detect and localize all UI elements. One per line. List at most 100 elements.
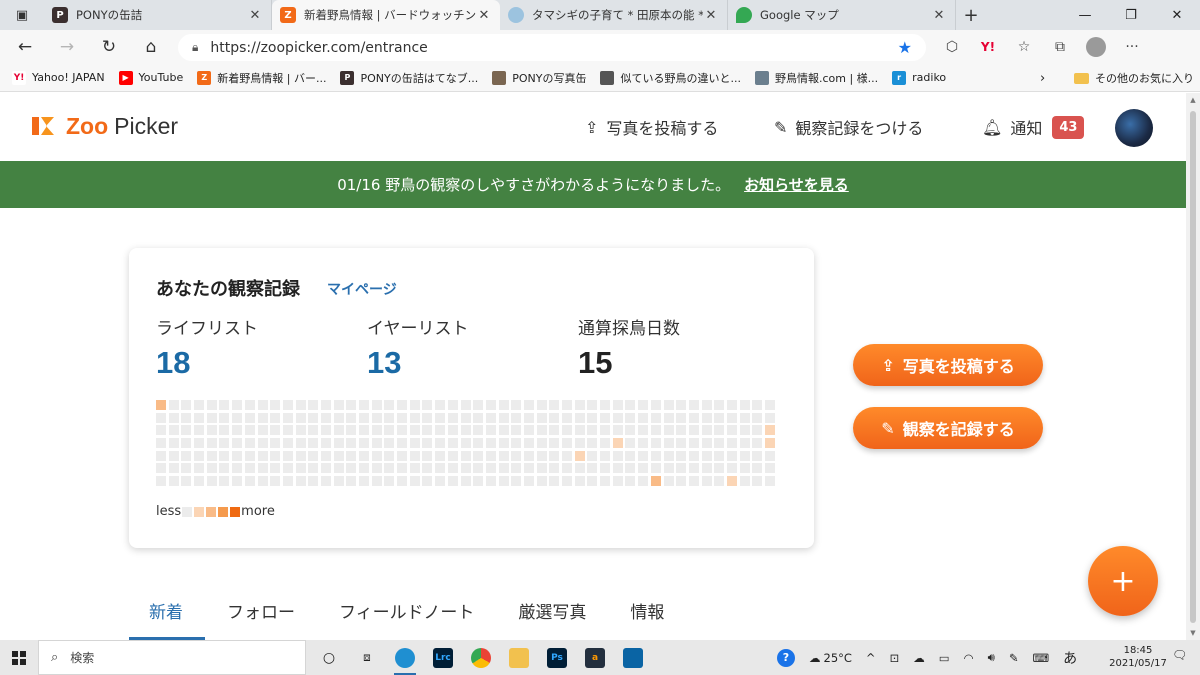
post-photo-button[interactable]: ⇪ 写真を投稿する bbox=[853, 344, 1043, 386]
bookmark-yacho-joho[interactable]: 野鳥情報.com | 様... bbox=[754, 70, 878, 86]
heatmap-cell bbox=[308, 476, 319, 487]
minimize-icon[interactable]: — bbox=[1062, 0, 1108, 30]
bookmark-yahoo[interactable]: Y! Yahoo! JAPAN bbox=[12, 70, 105, 85]
heatmap-cell bbox=[650, 438, 661, 449]
bookmark-pony-hatena[interactable]: P PONYの缶詰はてなブ... bbox=[340, 70, 478, 86]
zoopicker-logo[interactable]: Zoo Picker bbox=[28, 111, 178, 141]
task-view-icon[interactable]: ⧈ bbox=[348, 640, 386, 675]
tab-selected-photos[interactable]: 厳選写真 bbox=[496, 590, 608, 640]
heatmap-cell bbox=[308, 412, 319, 423]
more-menu-icon[interactable]: ··· bbox=[1114, 30, 1150, 64]
close-tab-icon[interactable]: ✕ bbox=[476, 8, 492, 23]
windows-start-icon[interactable] bbox=[0, 640, 38, 675]
close-tab-icon[interactable]: ✕ bbox=[931, 8, 947, 23]
taskbar-clock[interactable]: 18:45 2021/05/17 bbox=[1108, 644, 1168, 670]
restore-icon[interactable]: ❐ bbox=[1108, 0, 1154, 30]
record-observation-button[interactable]: ✎ 観察を記録する bbox=[853, 407, 1043, 449]
action-center-icon[interactable]: 🗨︎ bbox=[1172, 648, 1190, 666]
tab-field-note[interactable]: フィールドノート bbox=[317, 590, 496, 640]
yahoo-extension-icon[interactable]: Y! bbox=[970, 30, 1006, 64]
amazon-taskbar-icon[interactable]: a bbox=[576, 640, 614, 675]
battery-icon[interactable]: ▭ bbox=[939, 651, 950, 665]
add-floating-button[interactable]: + bbox=[1088, 546, 1158, 616]
stat-year-list[interactable]: イヤーリスト 13 bbox=[367, 314, 469, 381]
bookmark-youtube[interactable]: ▶ YouTube bbox=[118, 70, 183, 85]
collections-icon[interactable]: ⧉ bbox=[1042, 30, 1078, 64]
onedrive-icon[interactable]: ☁ bbox=[913, 651, 925, 665]
lock-icon[interactable]: 🔒︎ bbox=[192, 40, 198, 55]
favorite-star-icon[interactable]: ★ bbox=[898, 38, 912, 57]
cortana-icon[interactable]: ○ bbox=[310, 640, 348, 675]
home-icon[interactable]: ⌂ bbox=[130, 30, 172, 64]
heatmap-cell bbox=[397, 438, 408, 449]
stat-life-list[interactable]: ライフリスト 18 bbox=[156, 314, 258, 381]
heatmap-cell bbox=[282, 400, 293, 410]
keyboard-icon[interactable]: ⌨ bbox=[1033, 651, 1050, 665]
office-extension-icon[interactable]: ⬡ bbox=[934, 30, 970, 64]
mypage-link[interactable]: マイページ bbox=[327, 279, 397, 299]
edge-taskbar-icon[interactable] bbox=[386, 640, 424, 675]
file-explorer-taskbar-icon[interactable] bbox=[500, 640, 538, 675]
weather-cloud-icon[interactable]: ☁ bbox=[809, 651, 821, 665]
heatmap-cell bbox=[422, 463, 433, 474]
chevron-right-icon[interactable]: › bbox=[1040, 64, 1045, 92]
bookmark-pony-photo[interactable]: PONYの写真缶 bbox=[492, 70, 586, 86]
tab-tamashigi[interactable]: タマシギの子育て * 田原本の能 * ✕ bbox=[500, 0, 728, 30]
bookmark-radiko[interactable]: r radiko bbox=[892, 70, 946, 85]
profile-icon[interactable] bbox=[1078, 30, 1114, 64]
tab-info[interactable]: 情報 bbox=[608, 590, 686, 640]
user-avatar[interactable] bbox=[1115, 109, 1153, 147]
scrollbar-thumb[interactable] bbox=[1190, 111, 1196, 623]
close-window-icon[interactable]: ✕ bbox=[1154, 0, 1200, 30]
chrome-taskbar-icon[interactable] bbox=[462, 640, 500, 675]
taskbar-search-input[interactable]: ⌕ 検索 bbox=[38, 640, 306, 675]
temperature-text[interactable]: 25°C bbox=[824, 651, 852, 665]
banner-link[interactable]: お知らせを見る bbox=[744, 174, 849, 195]
bookmark-bird-diff[interactable]: 似ている野鳥の違いと... bbox=[600, 70, 741, 86]
close-tab-icon[interactable]: ✕ bbox=[247, 8, 263, 23]
tab-google-maps[interactable]: Google マップ ✕ bbox=[728, 0, 956, 30]
heatmap-cell bbox=[346, 425, 357, 436]
heatmap-cell bbox=[346, 450, 357, 461]
tray-chevron-up-icon[interactable]: ^ bbox=[866, 651, 876, 665]
usb-icon[interactable]: ⊡ bbox=[890, 651, 900, 665]
heatmap-cell bbox=[739, 400, 750, 410]
wifi-icon[interactable]: ◠ bbox=[964, 651, 974, 665]
heatmap-cell bbox=[244, 463, 255, 474]
ime-indicator[interactable]: あ bbox=[1063, 648, 1077, 668]
tab-actions-menu-icon[interactable]: ▣ bbox=[0, 0, 44, 30]
volume-icon[interactable]: 🔊︎ bbox=[988, 650, 995, 665]
tab-new[interactable]: 新着 bbox=[129, 590, 205, 640]
record-nav-link[interactable]: ✎ 観察記録をつける bbox=[774, 93, 923, 161]
scroll-down-icon[interactable]: ▼ bbox=[1186, 629, 1200, 637]
bookmark-zoopicker[interactable]: Z 新着野鳥情報 | バー... bbox=[197, 70, 326, 86]
close-tab-icon[interactable]: ✕ bbox=[703, 8, 719, 23]
favorites-list-icon[interactable]: ☆ bbox=[1006, 30, 1042, 64]
heatmap-cell bbox=[701, 476, 712, 487]
new-tab-icon[interactable]: + bbox=[956, 0, 986, 30]
scroll-up-icon[interactable]: ▲ bbox=[1186, 96, 1200, 104]
post-photo-nav-link[interactable]: ⇪ 写真を投稿する bbox=[585, 93, 718, 161]
refresh-icon[interactable]: ↻ bbox=[88, 30, 130, 64]
notification-nav-link[interactable]: 🔔︎ 通知 43 bbox=[982, 93, 1085, 161]
heatmap-cell bbox=[460, 412, 471, 423]
photos-taskbar-icon[interactable] bbox=[614, 640, 652, 675]
heatmap-cell bbox=[219, 412, 230, 423]
heatmap-cell bbox=[765, 463, 775, 474]
other-favorites-folder[interactable]: その他のお気に入り bbox=[1074, 64, 1194, 92]
heatmap-cell bbox=[511, 476, 522, 487]
address-bar[interactable]: 🔒︎ https://zoopicker.com/entrance ★ bbox=[178, 34, 926, 61]
lightroom-taskbar-icon[interactable]: Lrc bbox=[424, 640, 462, 675]
heatmap-cell bbox=[625, 438, 636, 449]
help-icon[interactable]: ? bbox=[777, 648, 795, 667]
pen-icon[interactable]: ✎ bbox=[1009, 651, 1019, 665]
photoshop-taskbar-icon[interactable]: Ps bbox=[538, 640, 576, 675]
back-arrow-icon[interactable]: ← bbox=[4, 30, 46, 64]
heatmap-cell bbox=[435, 476, 446, 487]
tab-pony-kanzume[interactable]: P PONYの缶詰 ✕ bbox=[44, 0, 272, 30]
page-scrollbar[interactable]: ▲ ▼ bbox=[1186, 93, 1200, 640]
tab-follow[interactable]: フォロー bbox=[205, 590, 317, 640]
heatmap-cell bbox=[701, 438, 712, 449]
forward-arrow-icon[interactable]: → bbox=[46, 30, 88, 64]
tab-zoopicker[interactable]: Z 新着野鳥情報 | バードウォッチングな ✕ bbox=[272, 0, 500, 30]
